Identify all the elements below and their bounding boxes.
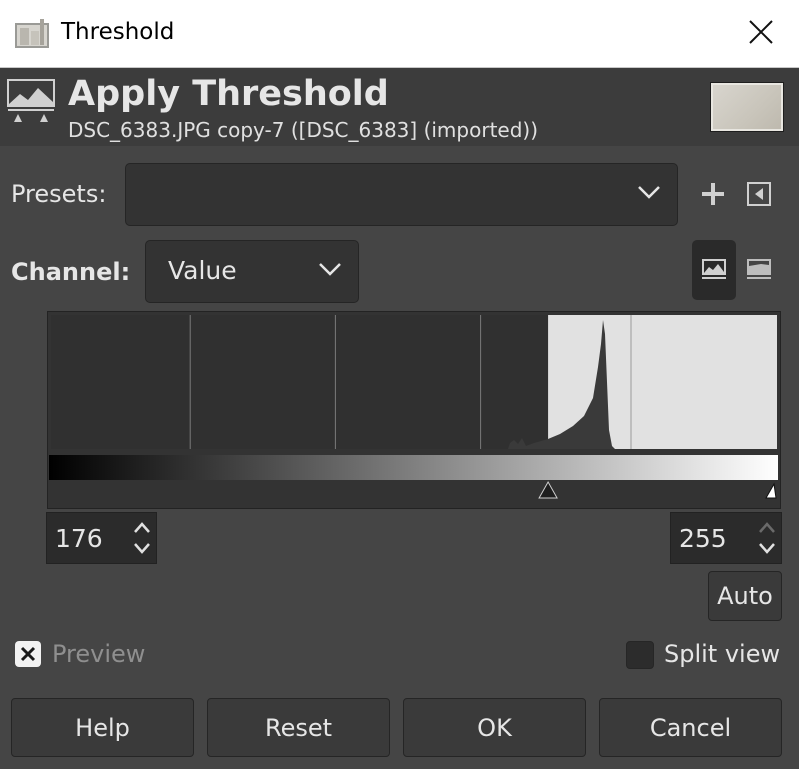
presets-combo[interactable]	[125, 163, 678, 226]
log-histogram-button[interactable]	[743, 254, 775, 286]
spin-up-icon	[134, 522, 150, 533]
help-button[interactable]: Help	[11, 698, 194, 757]
linear-histogram-button[interactable]	[692, 240, 736, 300]
reset-button[interactable]: Reset	[207, 698, 390, 757]
value-gradient-bar	[49, 455, 778, 480]
high-threshold-value: 255	[679, 524, 727, 553]
cancel-button[interactable]: Cancel	[599, 698, 782, 757]
channel-combo[interactable]: Value	[145, 240, 359, 303]
auto-button[interactable]: Auto	[708, 571, 782, 621]
add-preset-button[interactable]	[697, 178, 729, 210]
ok-button[interactable]: OK	[403, 698, 586, 757]
operation-title: Apply Threshold	[68, 74, 389, 114]
high-threshold-handle	[765, 482, 777, 499]
spin-arrows[interactable]	[753, 513, 781, 563]
spin-down-icon	[759, 543, 775, 554]
threshold-icon	[6, 76, 56, 124]
plus-icon	[702, 183, 724, 205]
split-view-checkbox[interactable]	[626, 641, 654, 669]
spin-down-icon	[134, 543, 150, 554]
dialog-header: Apply Threshold DSC_6383.JPG copy-7 ([DS…	[0, 68, 799, 146]
window-title: Threshold	[61, 19, 175, 45]
low-threshold-value: 176	[55, 524, 103, 553]
presets-label: Presets:	[11, 180, 107, 208]
low-threshold-spinner[interactable]: 176	[46, 512, 157, 564]
image-subtitle: DSC_6383.JPG copy-7 ([DSC_6383] (importe…	[68, 118, 539, 142]
preview-label: Preview	[52, 640, 146, 668]
image-thumbnail	[710, 82, 784, 132]
preview-checkbox[interactable]	[15, 641, 41, 667]
close-button[interactable]	[743, 14, 779, 50]
histogram-graph[interactable]	[48, 312, 780, 508]
spin-up-icon	[759, 522, 775, 533]
channel-value: Value	[168, 256, 237, 285]
high-threshold-spinner[interactable]: 255	[670, 512, 782, 564]
close-icon	[749, 20, 773, 44]
histogram-panel[interactable]	[47, 311, 781, 509]
channel-label: Channel:	[11, 258, 131, 286]
spin-arrows[interactable]	[128, 513, 156, 563]
menu-arrow-icon	[747, 182, 771, 206]
log-histogram-icon	[747, 259, 771, 279]
split-view-label: Split view	[664, 640, 781, 668]
check-x-icon	[20, 646, 36, 662]
chevron-down-icon	[318, 261, 342, 280]
preset-menu-button[interactable]	[743, 178, 775, 210]
linear-histogram-icon	[702, 259, 726, 279]
title-bar: Threshold	[0, 0, 799, 68]
chevron-down-icon	[637, 184, 661, 203]
low-threshold-handle	[538, 480, 558, 499]
gimp-app-icon	[14, 17, 50, 49]
